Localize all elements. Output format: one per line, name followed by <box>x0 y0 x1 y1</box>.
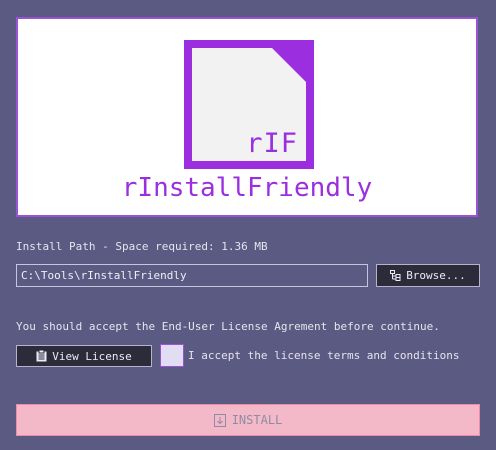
logo-corner-fold <box>272 48 306 82</box>
install-path-input[interactable] <box>16 264 368 287</box>
install-path-label: Install Path - Space required: 1.36 MB <box>16 240 268 253</box>
browse-button-label: Browse... <box>406 269 466 282</box>
install-icon <box>213 413 226 427</box>
folder-tree-icon <box>390 270 401 281</box>
license-notice: You should accept the End-User License A… <box>16 320 440 333</box>
clipboard-icon <box>36 350 47 362</box>
accept-license-label[interactable]: I accept the license terms and condition… <box>188 349 460 362</box>
app-name: rInstallFriendly <box>121 173 373 203</box>
browse-button[interactable]: Browse... <box>376 264 480 287</box>
app-logo: rIF <box>184 40 314 169</box>
install-button-label: INSTALL <box>231 413 283 427</box>
banner: rIF rInstallFriendly <box>16 17 478 217</box>
view-license-label: View License <box>52 349 132 363</box>
logo-abbreviation: rIF <box>246 128 298 159</box>
accept-license-checkbox[interactable] <box>160 344 184 367</box>
install-button[interactable]: INSTALL <box>16 404 480 436</box>
view-license-button[interactable]: View License <box>16 345 152 367</box>
